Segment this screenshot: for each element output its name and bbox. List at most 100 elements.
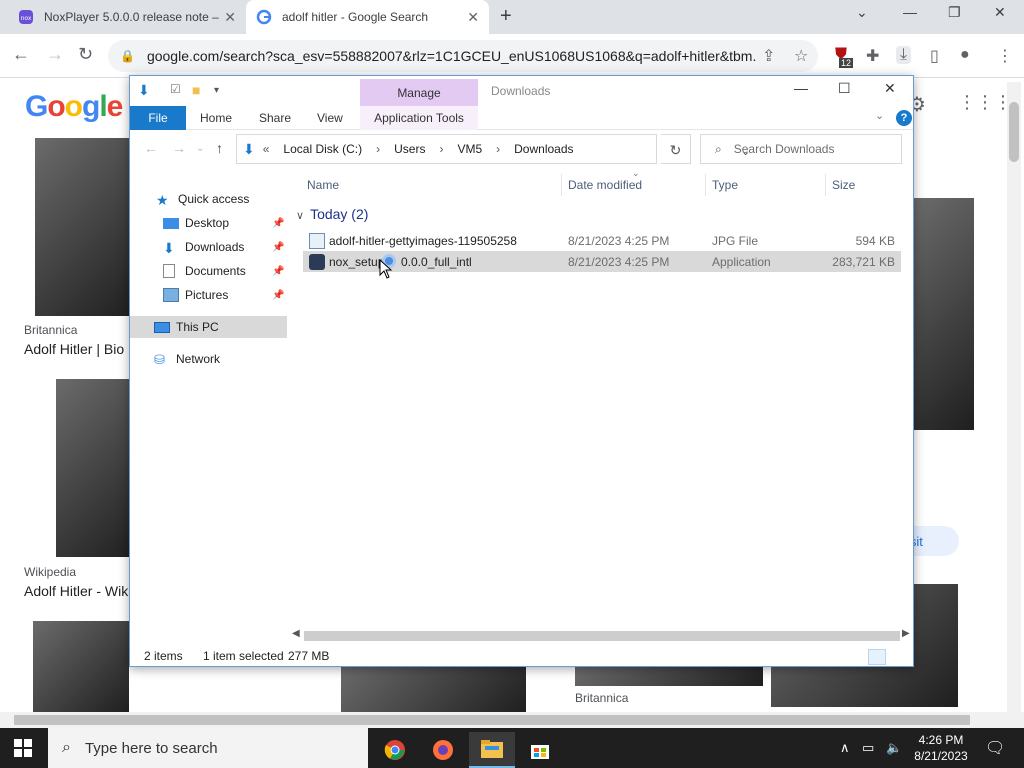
tab-view[interactable]: View <box>317 106 343 130</box>
tab-google-search[interactable]: adolf hitler - Google Search ✕ <box>246 0 489 34</box>
pin-icon[interactable]: 📌 <box>272 266 284 277</box>
column-type[interactable]: Type <box>712 178 738 192</box>
back-arrow-icon[interactable]: ← <box>12 44 30 65</box>
tab-home[interactable]: Home <box>200 106 232 130</box>
nav-pictures[interactable]: Pictures 📌 <box>130 284 287 306</box>
breadcrumb-downloads[interactable]: Downloads <box>514 142 573 156</box>
tray-overflow-icon[interactable]: ∧ <box>840 740 850 756</box>
scroll-right-icon[interactable]: ▶ <box>902 628 910 639</box>
page-horizontal-scrollbar[interactable] <box>0 712 1024 728</box>
nav-quick-access[interactable]: ★ Quick access <box>130 188 287 210</box>
tab-close-icon[interactable]: ✕ <box>467 9 479 26</box>
result-title[interactable]: Adolf Hitler | Bio <box>24 341 124 357</box>
bookmark-star-icon[interactable]: ☆ <box>794 46 808 66</box>
column-divider[interactable] <box>705 174 706 196</box>
details-view-icon[interactable] <box>868 649 886 665</box>
minimize-button[interactable]: — <box>903 4 917 20</box>
minimize-button[interactable]: — <box>794 80 808 96</box>
nav-desktop[interactable]: Desktop 📌 <box>130 212 287 234</box>
breadcrumb-users[interactable]: Users <box>394 142 425 156</box>
tab-close-icon[interactable]: ✕ <box>224 9 236 26</box>
network-tray-icon[interactable]: ▭ <box>862 740 874 756</box>
scrollbar-thumb[interactable] <box>304 631 900 641</box>
address-bar[interactable]: ⬇ « Local Disk (C:) › Users › VM5 › Down… <box>236 134 750 164</box>
result-image[interactable] <box>33 621 129 712</box>
file-list-horizontal-scrollbar[interactable]: ◀ ▶ <box>290 628 913 645</box>
breadcrumb-separator-icon[interactable]: › <box>376 142 380 156</box>
scrollbar-thumb[interactable] <box>1009 102 1019 162</box>
tab-application-tools[interactable]: Application Tools <box>360 106 478 130</box>
manage-tab[interactable]: Manage <box>360 79 478 106</box>
tab-noxplayer[interactable]: nox NoxPlayer 5.0.0.0 release note – ✕ <box>8 0 246 34</box>
new-tab-button[interactable]: + <box>500 5 512 28</box>
tab-share[interactable]: Share <box>259 106 291 130</box>
nav-this-pc[interactable]: This PC <box>130 316 287 338</box>
side-panel-icon[interactable]: ▯ <box>930 46 939 66</box>
address-bar[interactable]: 🔒 google.com/search?sca_esv=558882007&rl… <box>108 40 818 72</box>
maximize-button[interactable]: ☐ <box>838 80 851 97</box>
pin-icon[interactable]: 📌 <box>272 242 284 253</box>
breadcrumb-vm5[interactable]: VM5 <box>457 142 482 156</box>
file-explorer-taskbar-icon[interactable] <box>469 732 515 768</box>
forward-arrow-icon[interactable]: → <box>46 44 64 65</box>
breadcrumb-separator-icon[interactable]: › <box>439 142 443 156</box>
breadcrumb-local-disk[interactable]: Local Disk (C:) <box>283 142 362 156</box>
nav-network[interactable]: ⛁ Network <box>130 348 287 370</box>
share-icon[interactable]: ⇪ <box>762 46 775 66</box>
windows-start-icon[interactable] <box>14 739 32 757</box>
download-arrow-icon[interactable]: ⬇ <box>138 82 150 99</box>
column-date-modified[interactable]: Date modified <box>568 178 642 192</box>
large-icons-view-icon[interactable] <box>890 649 908 665</box>
lock-icon[interactable]: 🔒 <box>120 49 135 63</box>
reload-icon[interactable]: ↻ <box>78 44 93 65</box>
download-icon[interactable]: ⤓ <box>896 46 912 64</box>
result-image[interactable] <box>341 664 526 712</box>
system-clock[interactable]: 4:26 PM 8/21/2023 <box>906 732 976 764</box>
group-header[interactable]: ∨ Today (2) <box>296 206 368 222</box>
result-image[interactable] <box>56 379 136 557</box>
tab-search-icon[interactable]: ⌄ <box>856 4 868 21</box>
pin-icon[interactable]: 📌 <box>272 290 284 301</box>
google-apps-icon[interactable]: ⋮⋮⋮ <box>958 92 1012 113</box>
chrome-taskbar-icon[interactable] <box>372 732 418 768</box>
collapse-chevron-icon[interactable]: ∨ <box>296 210 304 222</box>
refresh-button[interactable]: ↻ <box>661 134 691 164</box>
forward-arrow-icon[interactable]: → <box>172 140 186 156</box>
column-name[interactable]: Name <box>307 178 339 192</box>
nav-downloads[interactable]: ⬇ Downloads 📌 <box>130 236 287 258</box>
result-title[interactable]: Adolf Hitler - Wik <box>24 583 128 599</box>
scroll-left-icon[interactable]: ◀ <box>292 628 300 639</box>
breadcrumb-separator-icon[interactable]: › <box>496 142 500 156</box>
back-arrow-icon[interactable]: ← <box>144 140 158 156</box>
tab-file[interactable]: File <box>130 106 186 130</box>
extensions-puzzle-icon[interactable]: ✚ <box>866 46 879 66</box>
close-window-button[interactable]: ✕ <box>994 4 1006 21</box>
result-source[interactable]: Britannica <box>24 323 77 337</box>
help-icon[interactable]: ? <box>896 110 912 126</box>
page-vertical-scrollbar[interactable] <box>1007 82 1021 712</box>
volume-tray-icon[interactable]: 🔈 <box>886 740 902 756</box>
customize-qat-icon[interactable]: ▾ <box>214 85 219 96</box>
nav-documents[interactable]: Documents 📌 <box>130 260 287 282</box>
recent-locations-icon[interactable]: ⌄ <box>196 143 204 154</box>
store-taskbar-icon[interactable] <box>517 732 563 768</box>
search-input[interactable]: ⌕ Search Downloads <box>700 134 902 164</box>
expand-ribbon-icon[interactable]: ⌄ <box>875 109 884 122</box>
breadcrumb-overflow[interactable]: « <box>263 142 270 156</box>
column-divider[interactable] <box>825 174 826 196</box>
close-button[interactable]: ✕ <box>884 80 896 97</box>
google-logo[interactable]: Google <box>25 90 123 124</box>
menu-kebab-icon[interactable]: ⋮ <box>997 46 1013 66</box>
new-folder-icon[interactable]: ■ <box>192 82 200 98</box>
column-divider[interactable] <box>561 174 562 196</box>
preview-image[interactable] <box>914 198 974 430</box>
profile-avatar-icon[interactable]: ● <box>960 46 970 64</box>
notification-icon[interactable]: 🗨 <box>985 738 1005 758</box>
scrollbar-thumb[interactable] <box>14 715 970 725</box>
properties-icon[interactable]: ☑ <box>170 82 181 96</box>
up-arrow-icon[interactable]: ↑ <box>216 140 223 156</box>
result-source[interactable]: Britannica <box>575 691 628 705</box>
column-size[interactable]: Size <box>832 178 855 192</box>
result-image[interactable] <box>575 664 763 686</box>
pin-icon[interactable]: 📌 <box>272 218 284 229</box>
